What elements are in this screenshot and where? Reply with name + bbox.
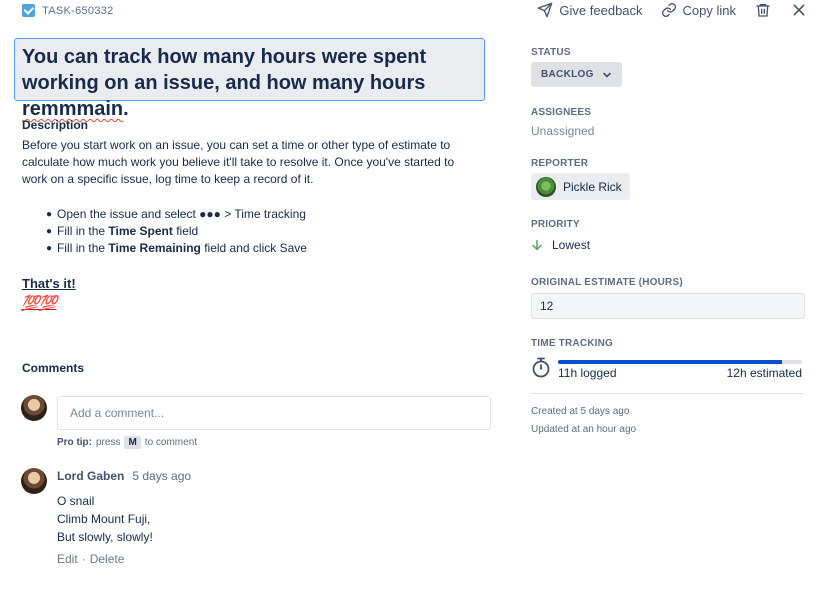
list-item: ● Fill in the Time Remaining field and cl… [46, 240, 307, 257]
list-item-text: Fill in the Time Remaining field and cli… [57, 240, 307, 257]
estimate-label: Original Estimate (Hours) [531, 277, 683, 288]
shortcut-key: M [124, 436, 141, 449]
reporter-name: Pickle Rick [563, 179, 622, 194]
closing-text: That's it! [22, 276, 76, 291]
bullet: ● [46, 243, 53, 254]
pro-tip-suffix: to comment [144, 437, 198, 448]
top-bar: TASK-650332 Give feedback Copy link [0, 0, 830, 22]
status-value: BACKLOG [541, 69, 594, 80]
description-body[interactable]: Before you start work on an issue, you c… [22, 137, 482, 188]
delete-comment-button[interactable]: Delete [90, 552, 125, 566]
created-at: Created at 5 days ago [531, 406, 630, 417]
issue-title-end: . [123, 98, 129, 120]
task-id-label: TASK-650332 [42, 4, 114, 17]
time-estimated: 12h estimated [726, 366, 802, 380]
current-user-avatar [21, 395, 47, 421]
reporter-label: Reporter [531, 158, 589, 169]
assignees-label: Assignees [531, 107, 592, 118]
chevron-down-icon [602, 72, 611, 78]
time-tracking-fill [558, 360, 782, 364]
edit-comment-button[interactable]: Edit [57, 552, 78, 566]
list-item-suffix: field [172, 224, 199, 238]
list-item-text: Fill in the Time Spent field [57, 223, 198, 240]
list-item-suffix: field and click Save [200, 241, 307, 255]
description-heading: Description [22, 118, 89, 132]
close-icon [793, 4, 805, 16]
pro-tip-press: press [96, 437, 121, 448]
list-item: ● Open the issue and select ●●● > Time tr… [46, 206, 307, 223]
task-type-icon [22, 4, 35, 17]
copy-link-label: Copy link [682, 2, 736, 18]
priority-value: Lowest [552, 238, 591, 252]
time-tracking-label: Time Tracking [531, 338, 614, 349]
reporter-avatar [536, 176, 556, 197]
trash-icon [756, 4, 770, 17]
estimate-input[interactable] [531, 293, 805, 319]
stopwatch-icon [532, 357, 550, 378]
list-item: ● Fill in the Time Spent field [46, 223, 307, 240]
bullet: ● [46, 209, 53, 220]
comment-line: But slowly, slowly! [57, 530, 153, 544]
bullet: ● [46, 226, 53, 237]
comment-author: Lord Gaben [57, 469, 125, 483]
give-feedback-button[interactable]: Give feedback [537, 2, 643, 18]
comment-input[interactable] [57, 396, 491, 430]
list-item-prefix: Fill in the [57, 224, 109, 238]
arrow-down-icon [532, 239, 542, 251]
list-item-bold: Time Remaining [108, 241, 201, 255]
misspelled-word: remmmain [22, 98, 124, 120]
pro-tip: Pro tip: press M to comment [57, 436, 197, 449]
comment-body: O snail Climb Mount Fuji, But slowly, sl… [57, 492, 153, 546]
send-icon [538, 2, 553, 18]
task-id[interactable]: TASK-650332 [22, 4, 114, 17]
link-icon [661, 3, 676, 17]
reporter-chip[interactable]: Pickle Rick [531, 173, 630, 200]
priority-dropdown[interactable]: Lowest [531, 238, 590, 252]
comment-actions: Edit · Delete [57, 552, 124, 566]
copy-link-button[interactable]: Copy link [661, 2, 736, 18]
list-item-text: Open the issue and select ●●● > Time tra… [57, 207, 306, 221]
updated-at: Updated at an hour ago [531, 424, 637, 435]
status-label: Status [531, 47, 571, 58]
top-actions: Give feedback Copy link [537, 1, 808, 19]
issue-title-editor[interactable]: You can track how many hours were spent … [14, 38, 485, 120]
list-item-bold: Time Spent [108, 224, 173, 238]
comment-line: Climb Mount Fuji, [57, 512, 151, 526]
description-list: ● Open the issue and select ●●● > Time tr… [46, 206, 307, 257]
time-tracking-bar [558, 360, 802, 364]
assignees-value[interactable]: Unassigned [531, 124, 594, 138]
comment-author-avatar [21, 468, 47, 494]
time-tracking-widget[interactable]: 11h logged 12h estimated [531, 354, 806, 380]
comment-time: 5 days ago [132, 469, 192, 483]
comments-heading: Comments [22, 361, 85, 375]
separator: · [81, 552, 86, 566]
issue-title: You can track how many hours were spent … [22, 44, 477, 122]
status-dropdown[interactable]: BACKLOG [531, 62, 622, 87]
priority-label: Priority [531, 219, 580, 230]
comment-line: O snail [57, 494, 95, 508]
time-logged: 11h logged [558, 366, 617, 380]
sidebar-divider [531, 393, 804, 394]
hundred-points-emoji: 💯💯 [21, 295, 57, 312]
comment-header: Lord Gaben 5 days ago [57, 469, 191, 483]
delete-issue-button[interactable] [754, 1, 772, 19]
pro-tip-label: Pro tip: [57, 437, 92, 448]
issue-title-text: You can track how many hours were spent … [22, 46, 427, 94]
list-item-prefix: Fill in the [57, 241, 109, 255]
give-feedback-label: Give feedback [559, 2, 643, 18]
close-button[interactable] [790, 1, 808, 19]
